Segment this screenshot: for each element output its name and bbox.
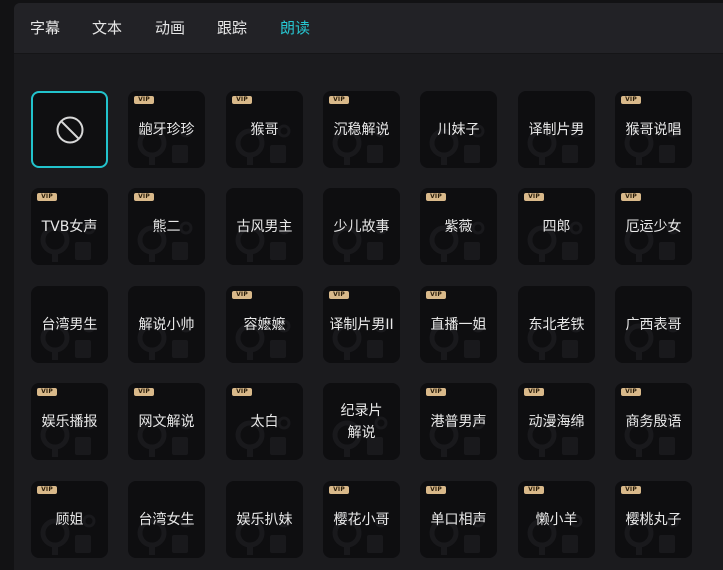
voice-tile[interactable]: 译制片男 [518,91,595,168]
voice-label: 商务殷语 [625,413,682,430]
voice-tile[interactable]: VIP 四郎 [518,188,595,265]
voice-label: 网文解说 [138,413,195,430]
tab-bar: 字幕 文本 动画 跟踪 朗读 [14,3,723,54]
tab-animation[interactable]: 动画 [155,3,185,53]
voice-tile[interactable]: VIP 厄运少女 [615,188,692,265]
voice-label: 容嬷嬷 [243,316,286,333]
voice-tile[interactable]: VIP 太白 [226,383,303,460]
voice-label: 古风男主 [236,218,293,235]
voice-tile[interactable]: 台湾男生 [31,286,108,363]
voice-label: 台湾男生 [41,316,98,333]
voice-tile-none[interactable] [31,91,108,168]
voice-label: 猴哥 [250,121,279,138]
no-voice-icon [56,116,83,143]
voice-label: 译制片男 [528,121,585,138]
voice-label: 娱乐扒妹 [236,511,293,528]
voice-label: 动漫海绵 [528,413,585,430]
voice-label: 沉稳解说 [333,121,390,138]
voice-label: 顾姐 [55,511,84,528]
voice-label: 懒小羊 [535,511,578,528]
voice-tile[interactable]: VIP 猴哥说唱 [615,91,692,168]
voice-tile[interactable]: VIP 紫薇 [420,188,497,265]
voice-label: 解说小帅 [138,316,195,333]
tab-tracking[interactable]: 跟踪 [217,3,247,53]
voice-label: 广西表哥 [625,316,682,333]
voice-label: 川妹子 [437,121,480,138]
voice-tile[interactable]: VIP 商务殷语 [615,383,692,460]
voice-label: 太白 [250,413,279,430]
voice-tile[interactable]: VIP 顾姐 [31,481,108,558]
voice-tile[interactable]: VIP 樱桃丸子 [615,481,692,558]
voice-tile[interactable]: 少儿故事 [323,188,400,265]
voice-label: 熊二 [152,218,181,235]
voice-tile[interactable]: VIP 直播一姐 [420,286,497,363]
voice-label: 四郎 [542,218,571,235]
voice-tile[interactable]: 纪录片 解说 [323,383,400,460]
tab-text[interactable]: 文本 [92,3,122,53]
voice-tile[interactable]: VIP 熊二 [128,188,205,265]
voice-label: 港普男声 [430,413,487,430]
voice-tile[interactable]: VIP 娱乐播报 [31,383,108,460]
voice-label: 厄运少女 [625,218,682,235]
voice-label: TVB女声 [41,218,98,235]
voice-label: 紫薇 [444,218,473,235]
voice-tile[interactable]: 东北老铁 [518,286,595,363]
voice-tile[interactable]: VIP 猴哥 [226,91,303,168]
voice-tile[interactable]: 古风男主 [226,188,303,265]
voice-tile[interactable]: 广西表哥 [615,286,692,363]
voice-tile[interactable]: VIP 网文解说 [128,383,205,460]
voice-label: 娱乐播报 [41,413,98,430]
voice-tile[interactable]: 台湾女生 [128,481,205,558]
voice-label: 台湾女生 [138,511,195,528]
voice-tile[interactable]: VIP 懒小羊 [518,481,595,558]
voice-tile[interactable]: VIP 单口相声 [420,481,497,558]
voice-tile[interactable]: VIP 港普男声 [420,383,497,460]
voice-tile[interactable]: VIP 樱花小哥 [323,481,400,558]
voice-label: 龅牙珍珍 [138,121,195,138]
voice-tile[interactable]: VIP 译制片男II [323,286,400,363]
voice-label: 少儿故事 [333,218,390,235]
voice-tile[interactable]: VIP 龅牙珍珍 [128,91,205,168]
voice-tile[interactable]: 解说小帅 [128,286,205,363]
voice-label: 猴哥说唱 [625,121,682,138]
voice-label: 直播一姐 [430,316,487,333]
voice-label: 东北老铁 [528,316,585,333]
voice-label: 樱花小哥 [333,511,390,528]
tab-subtitles[interactable]: 字幕 [30,3,60,53]
voice-tile[interactable]: VIP 沉稳解说 [323,91,400,168]
voice-label: 译制片男II [329,316,394,333]
voice-label: 单口相声 [430,511,487,528]
voice-tile[interactable]: VIP 动漫海绵 [518,383,595,460]
voice-label: 纪录片 解说 [340,402,383,441]
voice-tile[interactable]: 娱乐扒妹 [226,481,303,558]
voice-label: 樱桃丸子 [625,511,682,528]
voice-tile[interactable]: VIP TVB女声 [31,188,108,265]
voice-tile[interactable]: VIP 容嬷嬷 [226,286,303,363]
tab-read-aloud[interactable]: 朗读 [280,3,310,53]
voice-tile[interactable]: 川妹子 [420,91,497,168]
